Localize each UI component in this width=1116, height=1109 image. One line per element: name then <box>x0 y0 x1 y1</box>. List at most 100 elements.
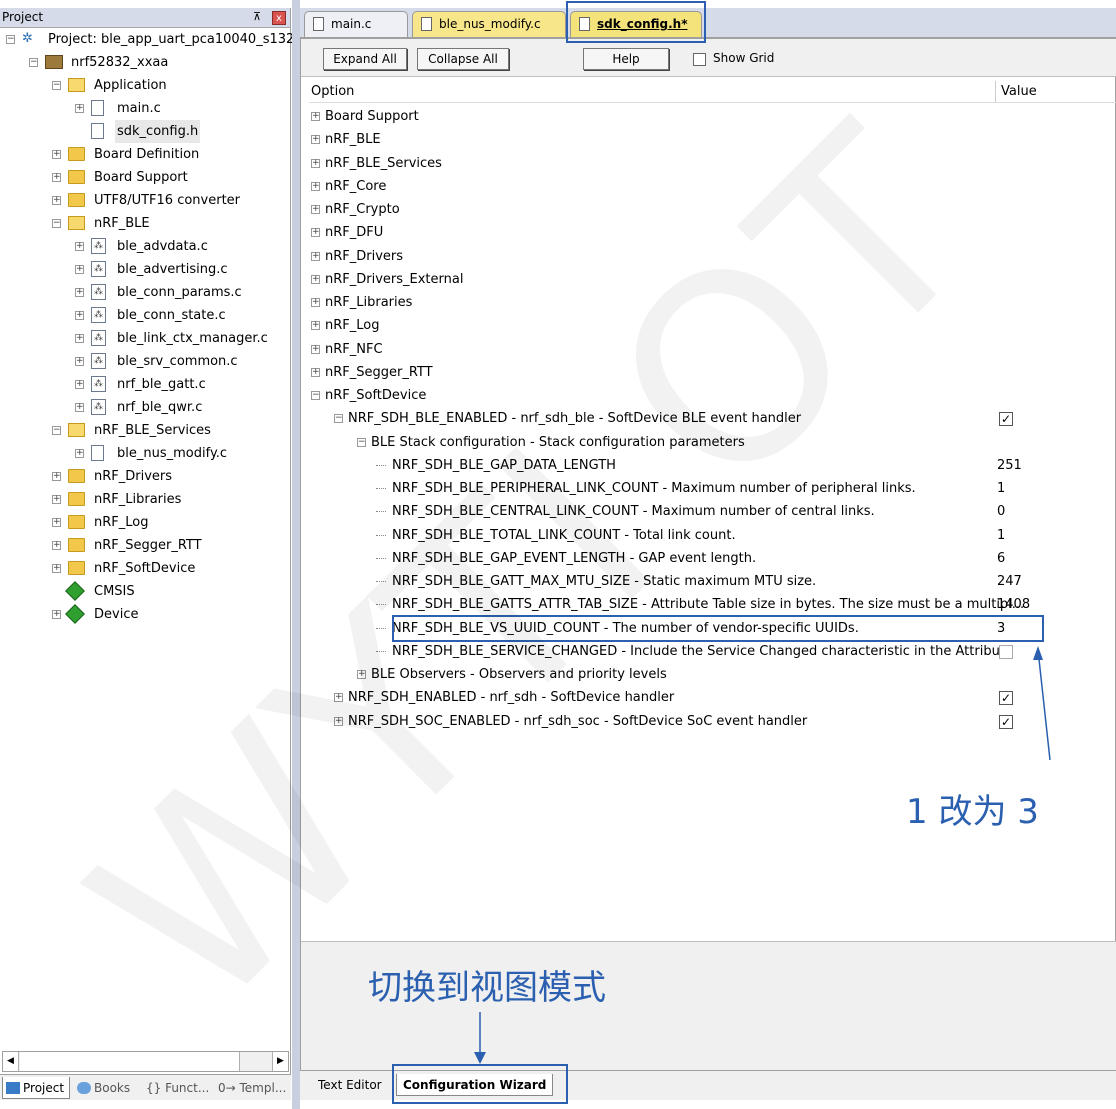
tree-item[interactable]: − ✲ Project: ble_app_uart_pca10040_s132 <box>0 28 294 51</box>
tree-item[interactable]: + ⁂ nrf_ble_qwr.c <box>0 396 290 419</box>
tree-item[interactable]: + ⁂ ble_link_ctx_manager.c <box>0 327 290 350</box>
column-separator[interactable] <box>995 81 996 103</box>
expand-icon[interactable]: + <box>75 311 84 320</box>
close-icon[interactable]: x <box>272 11 286 25</box>
option-row[interactable]: + nRF_Crypto <box>309 198 1116 221</box>
horizontal-scrollbar[interactable]: ◀ ▶ <box>2 1051 289 1072</box>
option-row[interactable]: + Board Support <box>309 105 1116 128</box>
tab-text-editor[interactable]: Text Editor <box>318 1074 382 1096</box>
expand-icon[interactable]: + <box>311 344 320 354</box>
tree-item[interactable]: − nRF_BLE <box>0 212 290 235</box>
expand-icon[interactable]: + <box>52 196 61 205</box>
expand-icon[interactable]: + <box>75 242 84 251</box>
option-row[interactable]: + nRF_DFU <box>309 221 1116 244</box>
scroll-right-icon[interactable]: ▶ <box>272 1052 288 1071</box>
option-row[interactable]: + nRF_Core <box>309 175 1116 198</box>
tree-item[interactable]: − nrf52832_xxaa <box>0 51 290 74</box>
tree-item[interactable]: + ⁂ ble_conn_params.c <box>0 281 290 304</box>
option-row[interactable]: NRF_SDH_BLE_GAP_DATA_LENGTH 251 <box>309 454 1116 477</box>
tab-ble-nus-modify[interactable]: ble_nus_modify.c <box>412 11 566 37</box>
collapse-icon[interactable]: − <box>29 58 38 67</box>
option-checkbox[interactable]: ✓ <box>999 412 1013 427</box>
tree-item[interactable]: + nRF_Segger_RTT <box>0 534 290 557</box>
option-row[interactable]: + nRF_BLE_Services <box>309 152 1116 175</box>
collapse-icon[interactable]: − <box>6 35 15 44</box>
tab-functions[interactable]: {} Funct... <box>146 1077 214 1099</box>
option-value[interactable]: 1 <box>997 477 1005 500</box>
option-row[interactable]: NRF_SDH_BLE_SERVICE_CHANGED - Include th… <box>309 640 1116 663</box>
option-checkbox[interactable]: ✓ <box>999 714 1013 729</box>
option-row[interactable]: + BLE Observers - Observers and priority … <box>309 663 1116 686</box>
option-row[interactable]: NRF_SDH_BLE_PERIPHERAL_LINK_COUNT - Maxi… <box>309 477 1116 500</box>
expand-icon[interactable]: + <box>52 495 61 504</box>
option-checkbox[interactable] <box>999 644 1013 659</box>
option-row[interactable]: + NRF_SDH_SOC_ENABLED - nrf_sdh_soc - Sof… <box>309 710 1116 733</box>
expand-icon[interactable]: + <box>52 173 61 182</box>
tree-item[interactable]: + ⁂ ble_advertising.c <box>0 258 290 281</box>
option-row[interactable]: + nRF_NFC <box>309 338 1116 361</box>
tree-item[interactable]: + nRF_Libraries <box>0 488 290 511</box>
option-value[interactable]: 0 <box>997 500 1005 523</box>
expand-icon[interactable]: + <box>311 158 320 168</box>
expand-icon[interactable]: + <box>311 135 320 145</box>
tree-item[interactable]: + nRF_Drivers <box>0 465 290 488</box>
option-value[interactable]: 6 <box>997 547 1005 570</box>
option-row[interactable]: + nRF_Drivers <box>309 245 1116 268</box>
option-row[interactable]: NRF_SDH_BLE_GAP_EVENT_LENGTH - GAP event… <box>309 547 1116 570</box>
tree-item[interactable]: + ⁂ ble_advdata.c <box>0 235 290 258</box>
tab-project[interactable]: Project <box>2 1077 70 1099</box>
expand-icon[interactable]: + <box>52 150 61 159</box>
collapse-icon[interactable]: − <box>334 414 343 424</box>
scroll-left-icon[interactable]: ◀ <box>3 1052 19 1071</box>
option-row[interactable]: − NRF_SDH_BLE_ENABLED - nrf_sdh_ble - Sof… <box>309 407 1116 430</box>
expand-icon[interactable]: + <box>75 265 84 274</box>
option-row[interactable]: + NRF_SDH_ENABLED - nrf_sdh - SoftDevice … <box>309 686 1116 709</box>
expand-icon[interactable]: + <box>52 518 61 527</box>
option-value[interactable]: 1408 <box>997 593 1030 616</box>
collapse-all-button[interactable]: Collapse All <box>417 48 509 70</box>
expand-icon[interactable]: + <box>357 670 366 679</box>
option-row[interactable]: NRF_SDH_BLE_GATT_MAX_MTU_SIZE - Static m… <box>309 570 1116 593</box>
option-value[interactable]: 251 <box>997 454 1022 477</box>
option-row[interactable]: − BLE Stack configuration - Stack configu… <box>309 431 1116 454</box>
tree-item[interactable]: + Board Definition <box>0 143 290 166</box>
tree-item[interactable]: + ⁂ nrf_ble_gatt.c <box>0 373 290 396</box>
tree-item[interactable]: − Application <box>0 74 290 97</box>
expand-icon[interactable]: + <box>75 449 84 458</box>
tree-item[interactable]: − nRF_BLE_Services <box>0 419 290 442</box>
expand-icon[interactable]: + <box>311 205 320 214</box>
expand-icon[interactable]: + <box>75 334 84 343</box>
expand-icon[interactable]: + <box>75 357 84 366</box>
tree-item[interactable]: + ⁂ ble_srv_common.c <box>0 350 290 373</box>
tree-item[interactable]: + main.c <box>0 97 290 120</box>
tree-item[interactable]: + UTF8/UTF16 converter <box>0 189 290 212</box>
expand-icon[interactable]: + <box>52 564 61 573</box>
tab-templates[interactable]: 0→ Templ... <box>218 1077 290 1099</box>
expand-all-button[interactable]: Expand All <box>323 48 407 70</box>
expand-icon[interactable]: + <box>75 380 84 389</box>
option-row[interactable]: NRF_SDH_BLE_GATTS_ATTR_TAB_SIZE - Attrib… <box>309 593 1116 616</box>
collapse-icon[interactable]: − <box>52 219 61 228</box>
tree-item[interactable]: + ble_nus_modify.c <box>0 442 290 465</box>
tree-item[interactable]: + Device <box>0 603 290 626</box>
expand-icon[interactable]: + <box>75 403 84 412</box>
show-grid-checkbox[interactable] <box>693 53 706 66</box>
tree-item[interactable]: + nRF_SoftDevice <box>0 557 290 580</box>
expand-icon[interactable]: + <box>334 716 343 726</box>
option-row[interactable]: + nRF_Libraries <box>309 291 1116 314</box>
option-row[interactable]: + nRF_Segger_RTT <box>309 361 1116 384</box>
expand-icon[interactable]: + <box>311 251 320 261</box>
option-row[interactable]: − nRF_SoftDevice <box>309 384 1116 407</box>
tab-books[interactable]: Books <box>74 1077 138 1099</box>
option-checkbox[interactable]: ✓ <box>999 691 1013 706</box>
collapse-icon[interactable]: − <box>52 81 61 90</box>
option-row[interactable]: + nRF_BLE <box>309 128 1116 151</box>
help-button[interactable]: Help <box>583 48 669 70</box>
expand-icon[interactable]: + <box>311 181 320 191</box>
collapse-icon[interactable]: − <box>357 437 366 447</box>
option-row[interactable]: + nRF_Drivers_External <box>309 268 1116 291</box>
expand-icon[interactable]: + <box>75 288 84 297</box>
expand-icon[interactable]: + <box>75 104 84 113</box>
expand-icon[interactable]: + <box>52 610 61 619</box>
option-value[interactable]: 247 <box>997 570 1022 593</box>
